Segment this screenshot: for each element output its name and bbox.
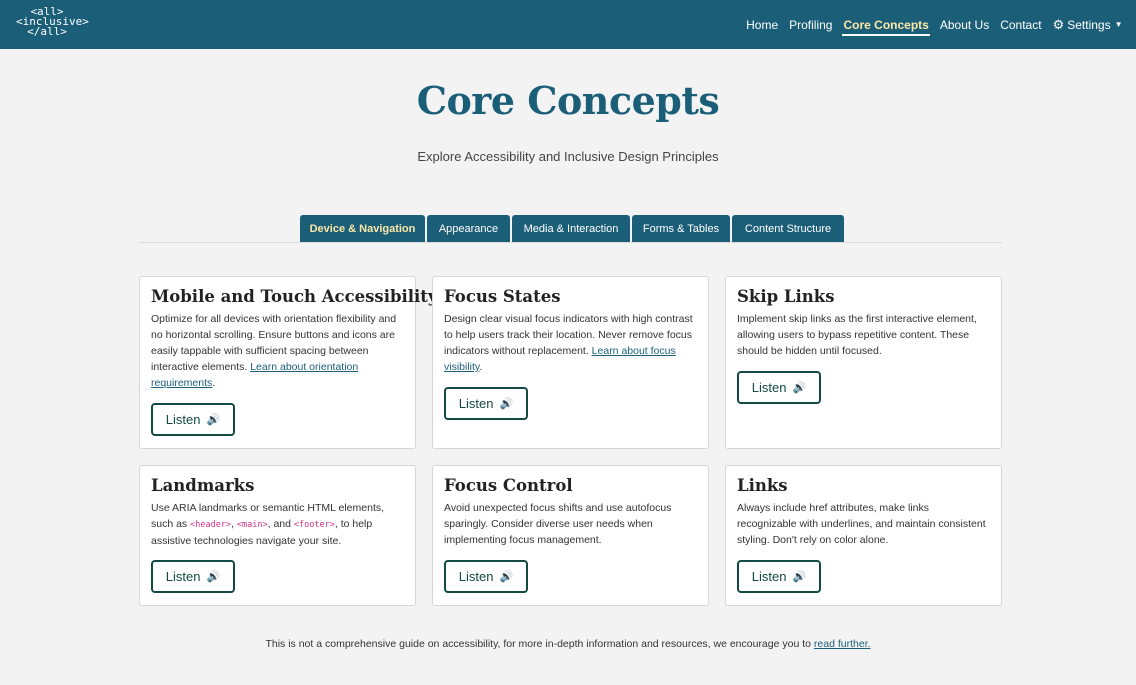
site-logo[interactable]: <all> <inclusive> </all> [16,6,89,38]
nav-link-home[interactable]: Home [741,0,784,49]
card-text-end: . [479,361,483,373]
nav-link-profiling[interactable]: Profiling [784,0,838,49]
listen-button[interactable]: Listen 🔊 [444,560,528,593]
card-links: Links Always include href attributes, ma… [725,465,1002,606]
listen-label: Listen [751,380,787,395]
settings-label: Settings [1067,17,1111,32]
card-title: Focus Control [444,476,573,495]
card-focus-control: Focus Control Avoid unexpected focus shi… [432,465,709,606]
footer-note: This is not a comprehensive guide on acc… [0,638,1136,650]
listen-button[interactable]: Listen 🔊 [444,387,528,420]
tab-content-structure[interactable]: Content Structure [732,215,844,242]
listen-label: Listen [458,569,494,584]
card-description: Always include href attributes, make lin… [737,502,986,546]
logo-line-3: </all> [27,25,67,38]
nav-link-contact[interactable]: Contact [995,0,1047,49]
speaker-icon: 🔊 [499,398,514,410]
card-title: Skip Links [737,287,835,306]
card-title: Landmarks [151,476,255,495]
listen-button[interactable]: Listen 🔊 [151,560,235,593]
card-title: Links [737,476,788,495]
card-description: Use ARIA landmarks or semantic HTML elem… [151,500,404,549]
listen-label: Listen [165,412,201,427]
card-focus-states: Focus States Design clear visual focus i… [432,276,709,449]
card-description: Avoid unexpected focus shifts and use au… [444,502,672,546]
speaker-icon: 🔊 [499,571,514,583]
code-header: <header> [190,520,232,530]
footer-text: This is not a comprehensive guide on acc… [265,638,811,650]
listen-label: Listen [165,569,201,584]
nav-link-core-concepts[interactable]: Core Concepts [838,0,934,49]
listen-label: Listen [458,396,494,411]
card-text-sep: , and [267,518,291,530]
tab-device-navigation[interactable]: Device & Navigation [300,215,425,242]
read-further-link[interactable]: read further. [814,638,871,650]
card-description: Optimize for all devices with orientatio… [151,311,404,391]
tab-media-interaction[interactable]: Media & Interaction [512,215,630,242]
listen-button[interactable]: Listen 🔊 [737,371,821,404]
card-title: Mobile and Touch Accessibility [151,287,438,306]
listen-label: Listen [751,569,787,584]
top-navbar: <all> <inclusive> </all> Home Profiling … [0,0,1136,49]
tab-forms-tables[interactable]: Forms & Tables [632,215,730,242]
tab-appearance[interactable]: Appearance [427,215,510,242]
card-text-sep: , [231,518,234,530]
speaker-icon: 🔊 [792,571,807,583]
listen-button[interactable]: Listen 🔊 [151,403,235,436]
gear-icon: ⚙ [1052,16,1065,32]
page-title: Core Concepts [416,78,720,123]
speaker-icon: 🔊 [206,414,221,426]
nav-link-about-us[interactable]: About Us [934,0,994,49]
card-description: Design clear visual focus indicators wit… [444,311,697,375]
speaker-icon: 🔊 [792,382,807,394]
speaker-icon: 🔊 [206,571,221,583]
page-subtitle: Explore Accessibility and Inclusive Desi… [417,149,719,164]
card-description: Implement skip links as the first intera… [737,313,977,357]
code-footer: <footer> [293,520,335,530]
card-title: Focus States [444,287,561,306]
concept-tabs: Device & Navigation Appearance Media & I… [300,215,844,242]
card-skip-links: Skip Links Implement skip links as the f… [725,276,1002,449]
settings-dropdown[interactable]: ⚙ Settings ▼ [1047,0,1128,49]
listen-button[interactable]: Listen 🔊 [737,560,821,593]
caret-down-icon: ▼ [1114,20,1123,29]
card-text-end: . [212,377,216,389]
nav-menu: Home Profiling Core Concepts About Us Co… [741,0,1128,49]
code-main: <main> [236,520,268,530]
card-landmarks: Landmarks Use ARIA landmarks or semantic… [139,465,416,606]
tab-divider [139,242,1002,243]
card-mobile-touch: Mobile and Touch Accessibility Optimize … [139,276,438,449]
